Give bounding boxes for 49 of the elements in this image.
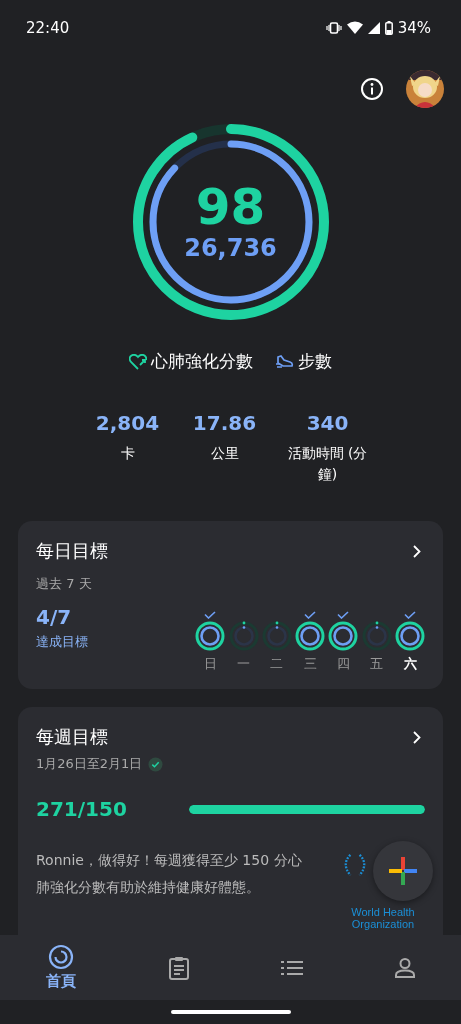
date-range: 1月26日至2月1日 (36, 755, 143, 773)
person-icon (395, 957, 416, 978)
day-label: 四 (336, 655, 350, 673)
chevron-right-icon (413, 544, 421, 558)
encouragement-text: Ronnie，做得好！每週獲得至少 150 分心肺強化分數有助於維持健康好體態。 (36, 851, 303, 897)
info-icon[interactable] (360, 77, 384, 101)
stat-label: 活動時間 (分鐘) (286, 444, 369, 484)
stat-value: 17.86 (192, 411, 257, 435)
signal-icon (367, 21, 380, 34)
status-time: 22:40 (26, 18, 70, 37)
stat-value: 340 (306, 411, 349, 435)
day-label: 一 (237, 655, 250, 673)
nav-tab[interactable]: 首頁 (35, 940, 86, 995)
goal-count: 4/7 (36, 605, 73, 629)
card-subtitle: 過去 7 天 (36, 575, 93, 593)
heart-points-value: 98 (195, 182, 266, 232)
day-label: 日 (203, 655, 217, 673)
day-label: 三 (303, 655, 317, 673)
card-title: 每日目標 (36, 539, 108, 563)
day-label: 五 (370, 655, 384, 673)
check-icon (304, 611, 317, 619)
weekly-goal-card[interactable]: 每週目標 1月26日至2月1日 271/150 Ronnie，做得好！每週獲得至少 150 分心肺強化分數有助於維持健康好體態。 World Health Organization (18, 707, 443, 935)
organization-logo-text: World Health Organization (350, 907, 416, 931)
stat-label: 公里 (210, 444, 239, 463)
home-rings-icon (47, 944, 74, 970)
day-label: 二 (270, 655, 284, 673)
wifi-icon (346, 21, 363, 34)
stat-label: 卡 (120, 444, 135, 463)
check-icon (337, 611, 350, 619)
clipboard-icon (167, 955, 190, 980)
card-title: 每週目標 (36, 725, 108, 749)
stat-value: 2,804 (95, 411, 160, 435)
heart-icon (129, 353, 147, 370)
battery-icon (384, 20, 393, 35)
weekly-count: 271/150 (36, 797, 127, 821)
plus-icon (389, 857, 417, 885)
check-icon (404, 611, 416, 619)
legend-label: 步數 (298, 350, 332, 373)
shoe-icon (275, 353, 294, 370)
daily-goal-card[interactable]: 每日目標 過去 7 天 4/7 達成目標 日 一 二 三 四 五 六 (18, 521, 443, 689)
list-icon (281, 960, 304, 975)
legend-label: 心肺強化分數 (151, 350, 253, 373)
chevron-right-icon (413, 730, 421, 744)
goal-label: 達成目標 (36, 633, 88, 651)
check-icon (204, 611, 217, 619)
battery-percent: 34% (397, 18, 431, 37)
steps-value: 26,736 (184, 234, 277, 262)
vibrate-icon (325, 21, 342, 34)
day-label: 六 (403, 655, 417, 673)
